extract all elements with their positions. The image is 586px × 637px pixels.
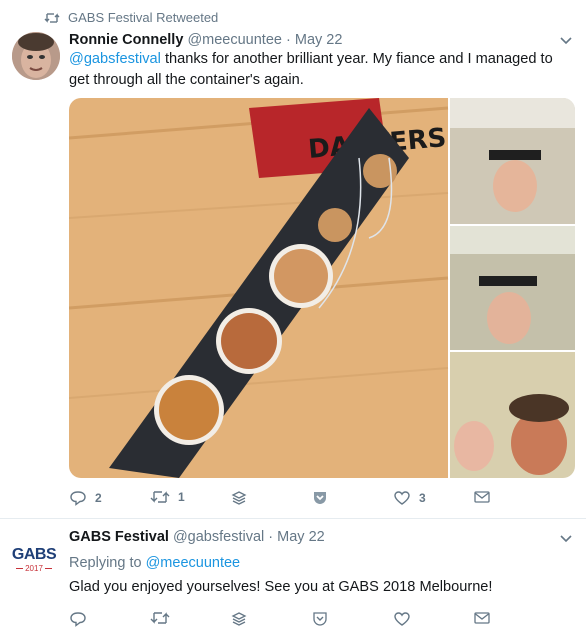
replying-handle-link[interactable]: @meecuuntee [146, 555, 241, 571]
avatar[interactable] [12, 32, 60, 80]
heart-icon [394, 612, 410, 626]
chevron-down-icon[interactable] [560, 532, 572, 546]
tweet-header: Ronnie Connelly @meecuuntee · May 22 [69, 32, 342, 48]
reply-count: 2 [95, 491, 102, 505]
tweet-actions: 2 1 3 [69, 490, 569, 512]
author-handle[interactable]: @gabsfestival [173, 529, 264, 545]
retweet-button[interactable]: 1 [150, 490, 185, 504]
reply-icon [70, 612, 86, 627]
like-count: 3 [419, 491, 426, 505]
reply-tweet[interactable]: GABS Festival @gabsfestival · May 22 Rep… [0, 519, 586, 637]
retweet-button[interactable] [150, 611, 170, 625]
stack-button[interactable] [231, 611, 247, 627]
replying-prefix: Replying to [69, 555, 142, 571]
tweet-text: @gabsfestival thanks for another brillia… [69, 49, 569, 91]
separator-dot: · [268, 529, 274, 545]
author-name[interactable]: Ronnie Connelly [69, 32, 183, 48]
tweet-date[interactable]: May 22 [277, 529, 325, 545]
retweeted-tweet[interactable]: GABS Festival Retweeted Ronnie Connelly … [0, 0, 586, 519]
tweet-date[interactable]: May 22 [295, 32, 343, 48]
pocket-icon [314, 492, 326, 504]
tweet-header: GABS Festival @gabsfestival · May 22 [69, 529, 325, 545]
separator-dot: · [286, 32, 291, 48]
tweet-text: Glad you enjoyed yourselves! See you at … [69, 579, 493, 595]
media-grid: DARKERS [69, 98, 575, 478]
like-button[interactable] [393, 611, 411, 627]
chevron-down-icon[interactable] [560, 34, 572, 48]
retweet-icon [150, 612, 170, 624]
message-button[interactable] [474, 611, 490, 625]
author-handle[interactable]: @meecuuntee [187, 32, 282, 48]
retweet-icon [44, 12, 60, 23]
mention-link[interactable]: @gabsfestival [69, 51, 161, 67]
envelope-icon [474, 491, 490, 503]
message-button[interactable] [474, 490, 490, 504]
stack-icon [231, 612, 247, 626]
like-button[interactable]: 3 [393, 490, 426, 506]
gabs-logo-year: 2017 [25, 564, 43, 573]
tweet-actions [69, 611, 569, 633]
pocket-button[interactable] [312, 611, 328, 627]
pocket-icon [313, 612, 327, 626]
reply-button[interactable]: 2 [69, 490, 102, 506]
retweet-count: 1 [178, 490, 185, 504]
stack-button[interactable] [231, 490, 247, 506]
avatar-face-image [12, 32, 60, 80]
reply-button[interactable] [69, 611, 87, 627]
stack-icon [231, 491, 247, 505]
envelope-icon [474, 612, 490, 624]
retweet-label[interactable]: GABS Festival Retweeted [68, 10, 218, 25]
gabs-logo-word: GABS [11, 546, 57, 563]
retweet-icon [150, 491, 170, 503]
replying-to: Replying to @meecuuntee [69, 553, 569, 574]
tasting-paddle-photo[interactable]: DARKERS [69, 98, 575, 478]
heart-icon [394, 491, 410, 505]
retweet-context: GABS Festival Retweeted [44, 10, 218, 25]
gabs-logo-avatar[interactable]: GABS 2017 [11, 538, 57, 582]
pocket-button[interactable] [312, 490, 328, 506]
author-name[interactable]: GABS Festival [69, 529, 169, 545]
gabs-logo-year-row: 2017 [16, 564, 52, 573]
reply-icon [70, 491, 86, 506]
